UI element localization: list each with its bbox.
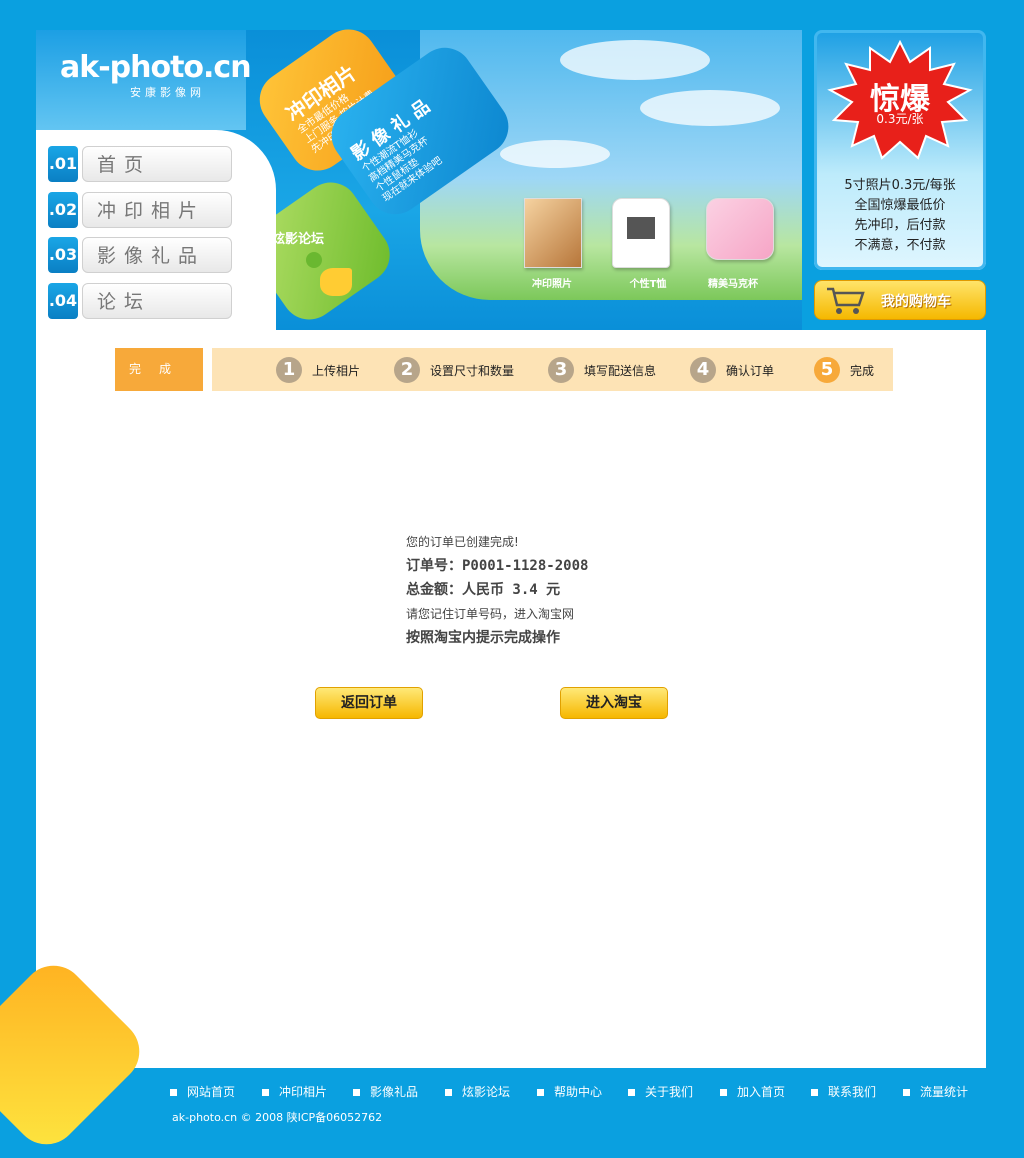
cloud-decor (640, 90, 780, 126)
product-caption: 冲印照片 (532, 279, 572, 290)
footer-link-print-photos[interactable]: 冲印相片 (262, 1083, 327, 1100)
forum-tag-title: 炫影论坛 (272, 232, 325, 247)
parrot-icon (306, 252, 322, 268)
site-logo-subtitle: 安康影像网 (130, 86, 205, 99)
back-to-order-button[interactable]: 返回订单 (315, 687, 423, 719)
nav-item-label: 论坛 (82, 283, 232, 319)
footer-link-help[interactable]: 帮助中心 (537, 1083, 602, 1100)
footer-link-gifts[interactable]: 影像礼品 (353, 1083, 418, 1100)
step-label: 上传相片 (312, 364, 361, 378)
order-created-text: 您的订单已创建完成! (406, 535, 519, 549)
mug-image[interactable] (706, 198, 774, 260)
step-label: 填写配送信息 (584, 364, 657, 378)
order-confirmation-message: 您的订单已创建完成! 订单号：P0001-1128-2008 总金额：人民币 3… (406, 530, 588, 650)
cloud-decor (560, 40, 710, 80)
step-number: 2 (394, 357, 420, 383)
step-label: 确认订单 (726, 364, 775, 378)
nav-item-number: .04 (48, 283, 78, 319)
nav-item-label: 冲印相片 (82, 192, 232, 228)
promo-line: 全国惊爆最低价 (854, 198, 946, 213)
nav-item-number: .03 (48, 237, 78, 273)
nav-item-number: .02 (48, 192, 78, 228)
nav-item-number: .01 (48, 146, 78, 182)
footer-link-home[interactable]: 网站首页 (170, 1083, 235, 1100)
nav-item-label: 影像礼品 (82, 237, 232, 273)
order-number: 订单号：P0001-1128-2008 (406, 558, 589, 574)
step-label: 设置尺寸和数量 (430, 364, 515, 378)
footer-links: 网站首页 冲印相片 影像礼品 炫影论坛 帮助中心 关于我们 加入首页 联系我们 … (170, 1083, 990, 1103)
cart-icon (827, 287, 865, 314)
step-label: 完成 (850, 364, 875, 378)
promo-burst-price: 0.3元/张 (876, 112, 924, 126)
order-instruction-text: 按照淘宝内提示完成操作 (406, 630, 560, 646)
tshirt-print (627, 217, 655, 239)
order-remember-text: 请您记住订单号码，进入淘宝网 (406, 607, 575, 621)
step-number: 1 (276, 357, 302, 383)
step-number: 5 (814, 357, 840, 383)
footer-link-forum[interactable]: 炫影论坛 (445, 1083, 510, 1100)
step-number: 4 (690, 357, 716, 383)
shopping-cart-label: 我的购物车 (881, 294, 951, 310)
photo-print-image[interactable] (524, 198, 582, 268)
promo-line: 5寸照片0.3元/每张 (844, 178, 956, 193)
promo-line: 不满意，不付款 (854, 238, 946, 253)
promo-text: 5寸照片0.3元/每张 全国惊爆最低价 先冲印，后付款 不满意，不付款 (814, 176, 986, 256)
step-number: 3 (548, 357, 574, 383)
site-logo[interactable]: ak-photo.cn (60, 50, 252, 85)
footer-link-stats[interactable]: 流量统计 (903, 1083, 968, 1100)
nav-item-label: 首页 (82, 146, 232, 182)
enter-taobao-button[interactable]: 进入淘宝 (560, 687, 668, 719)
copyright-text: ak-photo.cn © 2008 陕ICP备06052762 (172, 1111, 383, 1124)
footer-link-set-homepage[interactable]: 加入首页 (720, 1083, 785, 1100)
tshirt-image[interactable] (612, 198, 670, 268)
bird-icon (320, 268, 352, 296)
order-total: 总金额：人民币 3.4 元 (406, 582, 561, 598)
order-steps-bar: 1 上传相片 2 设置尺寸和数量 3 填写配送信息 4 确认订单 5 完成 (212, 348, 893, 391)
promo-line: 先冲印，后付款 (854, 218, 946, 233)
current-step-tab: 完成 (115, 348, 203, 391)
footer-link-about[interactable]: 关于我们 (628, 1083, 693, 1100)
product-caption: 个性T恤 (629, 279, 667, 290)
cloud-decor (500, 140, 610, 168)
product-caption: 精美马克杯 (708, 279, 758, 290)
footer-link-contact[interactable]: 联系我们 (811, 1083, 876, 1100)
main-content (36, 330, 986, 1068)
shopping-cart-button[interactable]: 我的购物车 (814, 280, 986, 320)
